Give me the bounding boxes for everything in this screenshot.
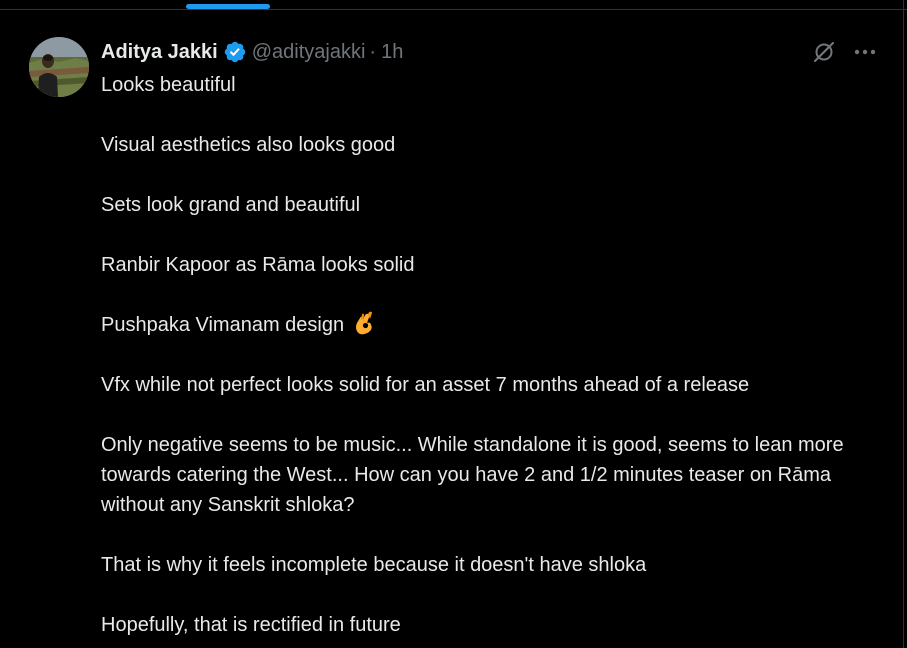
tweet-paragraph: Ranbir Kapoor as Rāma looks solid xyxy=(101,254,415,276)
grok-icon[interactable] xyxy=(812,40,836,64)
column-border xyxy=(903,0,904,648)
tweet-text: Looks beautiful Visual aesthetics also l… xyxy=(101,70,891,648)
tweet-paragraph-text: Pushpaka Vimanam design xyxy=(101,314,345,336)
tweet-paragraph: Looks beautiful xyxy=(101,74,236,96)
author-display-name[interactable]: Aditya Jakki xyxy=(101,41,218,64)
active-tab-indicator xyxy=(186,4,270,9)
author-handle[interactable]: @adityajakki xyxy=(252,41,366,64)
verified-badge-icon[interactable] xyxy=(223,40,247,64)
tweet-paragraph: Vfx while not perfect looks solid for an… xyxy=(101,374,750,396)
tweet-paragraph: That is why it feels incomplete because … xyxy=(101,554,647,576)
avatar-photo xyxy=(29,37,89,97)
tweet-timestamp[interactable]: 1h xyxy=(381,41,403,64)
tab-bar xyxy=(0,0,907,10)
tweet-paragraph: Only negative seems to be music... While… xyxy=(101,434,844,516)
tweet-paragraph: Hopefully, that is rectified in future xyxy=(101,614,401,636)
tweet[interactable]: Aditya Jakki @adityajakki · 1h Looks bea… xyxy=(0,11,903,648)
more-horizontal-icon[interactable] xyxy=(852,43,878,61)
avatar[interactable] xyxy=(29,37,89,97)
tweet-paragraph: Visual aesthetics also looks good xyxy=(101,134,396,156)
separator-dot: · xyxy=(369,40,377,63)
tweet-paragraph-with-emoji: Pushpaka Vimanam design xyxy=(101,310,891,340)
tweet-header: Aditya Jakki @adityajakki · 1h xyxy=(101,39,403,65)
ok-hand-emoji-icon xyxy=(355,311,372,335)
tweet-paragraph: Sets look grand and beautiful xyxy=(101,194,361,216)
